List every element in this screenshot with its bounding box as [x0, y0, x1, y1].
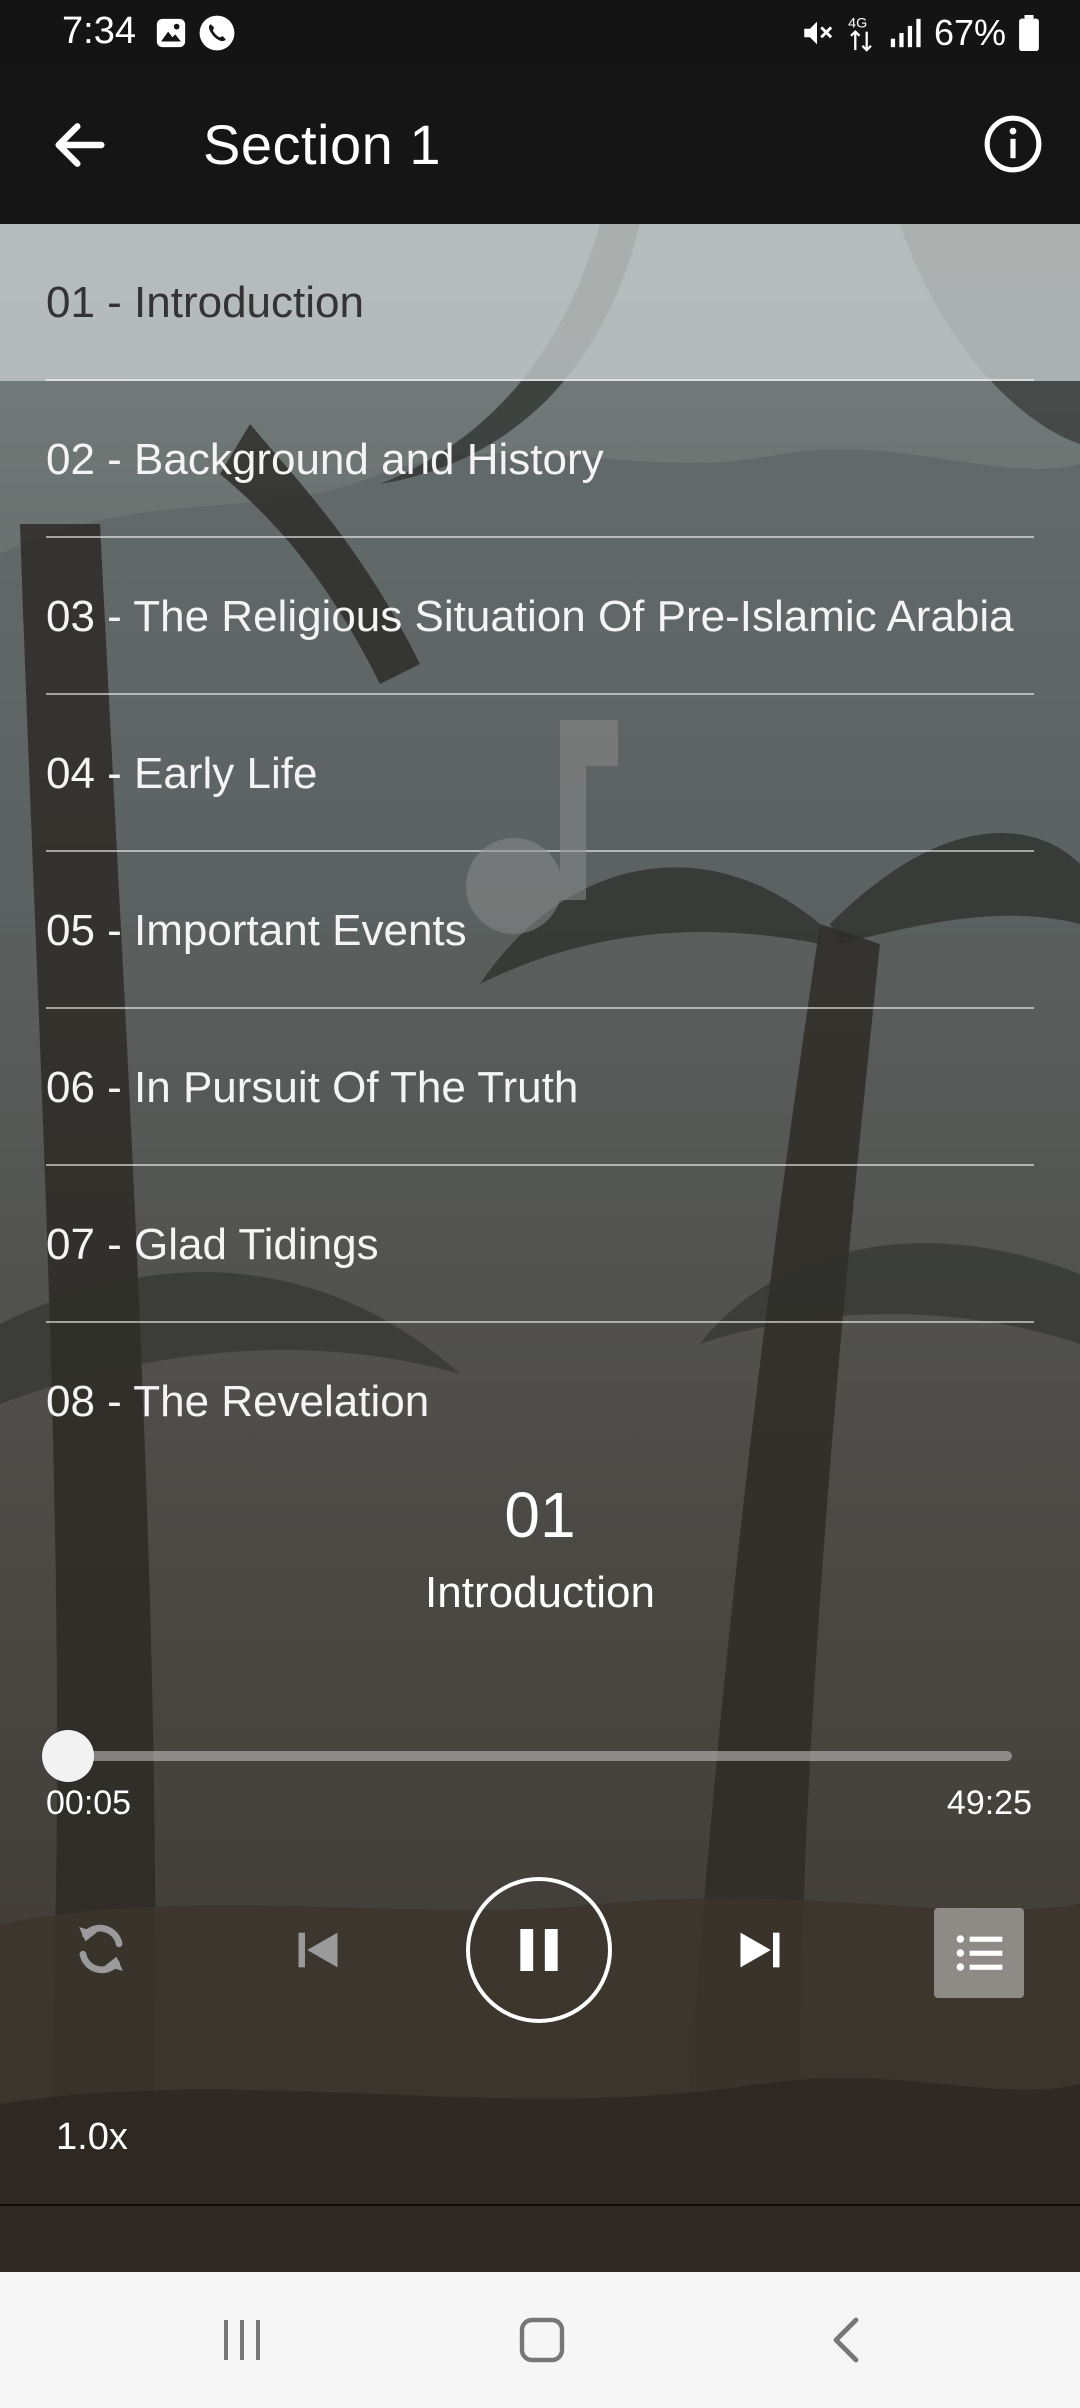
now-playing-title: Introduction — [425, 1568, 655, 1617]
back-nav-icon[interactable] — [826, 2314, 866, 2366]
arrow-back-icon[interactable] — [48, 113, 112, 177]
status-right: 4G 67% — [800, 10, 1040, 56]
gallery-icon — [156, 18, 186, 48]
track-label: 02 - Background and History — [46, 434, 604, 484]
track-item-06[interactable]: 06 - In Pursuit Of The Truth — [0, 1009, 1080, 1166]
time-elapsed: 00:05 — [46, 1784, 132, 1822]
next-button[interactable] — [734, 1924, 786, 1976]
track-item-08[interactable]: 08 - The Revelation — [0, 1323, 1080, 1480]
repeat-button[interactable] — [70, 1918, 132, 1980]
play-pause-button[interactable] — [466, 1877, 612, 2023]
divider — [0, 2204, 1080, 2206]
signal-icon — [890, 18, 921, 48]
track-item-03[interactable]: 03 - The Religious Situation Of Pre-Isla… — [0, 538, 1080, 695]
time-total: 49:25 — [946, 1784, 1032, 1822]
battery-percent: 67% — [933, 12, 1006, 53]
skip-next-icon — [740, 1932, 780, 1968]
track-item-02[interactable]: 02 - Background and History — [0, 381, 1080, 538]
status-time: 7:34 — [62, 10, 136, 52]
info-icon[interactable] — [982, 113, 1044, 175]
track-label: 03 - The Religious Situation Of Pre-Isla… — [46, 591, 1014, 641]
page-title: Section 1 — [203, 113, 441, 176]
track-label: 05 - Important Events — [46, 905, 467, 955]
track-label: 08 - The Revelation — [46, 1376, 430, 1426]
track-item-01[interactable]: 01 - Introduction — [0, 224, 1080, 381]
phone-icon — [199, 15, 235, 51]
seek-thumb[interactable] — [42, 1730, 94, 1782]
navigation-bar — [0, 2272, 1080, 2408]
previous-button[interactable] — [292, 1924, 344, 1976]
4g-icon: 4G — [848, 15, 872, 52]
recents-icon[interactable] — [218, 2314, 266, 2366]
track-label: 06 - In Pursuit Of The Truth — [46, 1062, 579, 1112]
seek-bar[interactable] — [68, 1751, 1012, 1761]
svg-text:4G: 4G — [848, 15, 867, 31]
battery-icon — [1019, 15, 1039, 51]
home-icon[interactable] — [516, 2314, 568, 2366]
track-label: 01 - Introduction — [46, 277, 364, 327]
playlist-button[interactable] — [934, 1908, 1024, 1998]
skip-previous-icon — [298, 1932, 338, 1968]
playback-speed[interactable]: 1.0x — [56, 2116, 128, 2159]
now-playing-number: 01 — [504, 1479, 576, 1551]
track-label: 04 - Early Life — [46, 748, 318, 798]
status-bar: 7:34 4G 67% — [0, 0, 1080, 66]
playlist-icon — [956, 1935, 1003, 1971]
app-bar: Section 1 — [0, 66, 1080, 224]
pause-icon — [520, 1929, 558, 1971]
track-label: 07 - Glad Tidings — [46, 1219, 379, 1269]
music-note-icon — [466, 720, 618, 934]
mute-icon — [804, 21, 833, 45]
track-item-07[interactable]: 07 - Glad Tidings — [0, 1166, 1080, 1323]
repeat-icon — [79, 1924, 123, 1974]
